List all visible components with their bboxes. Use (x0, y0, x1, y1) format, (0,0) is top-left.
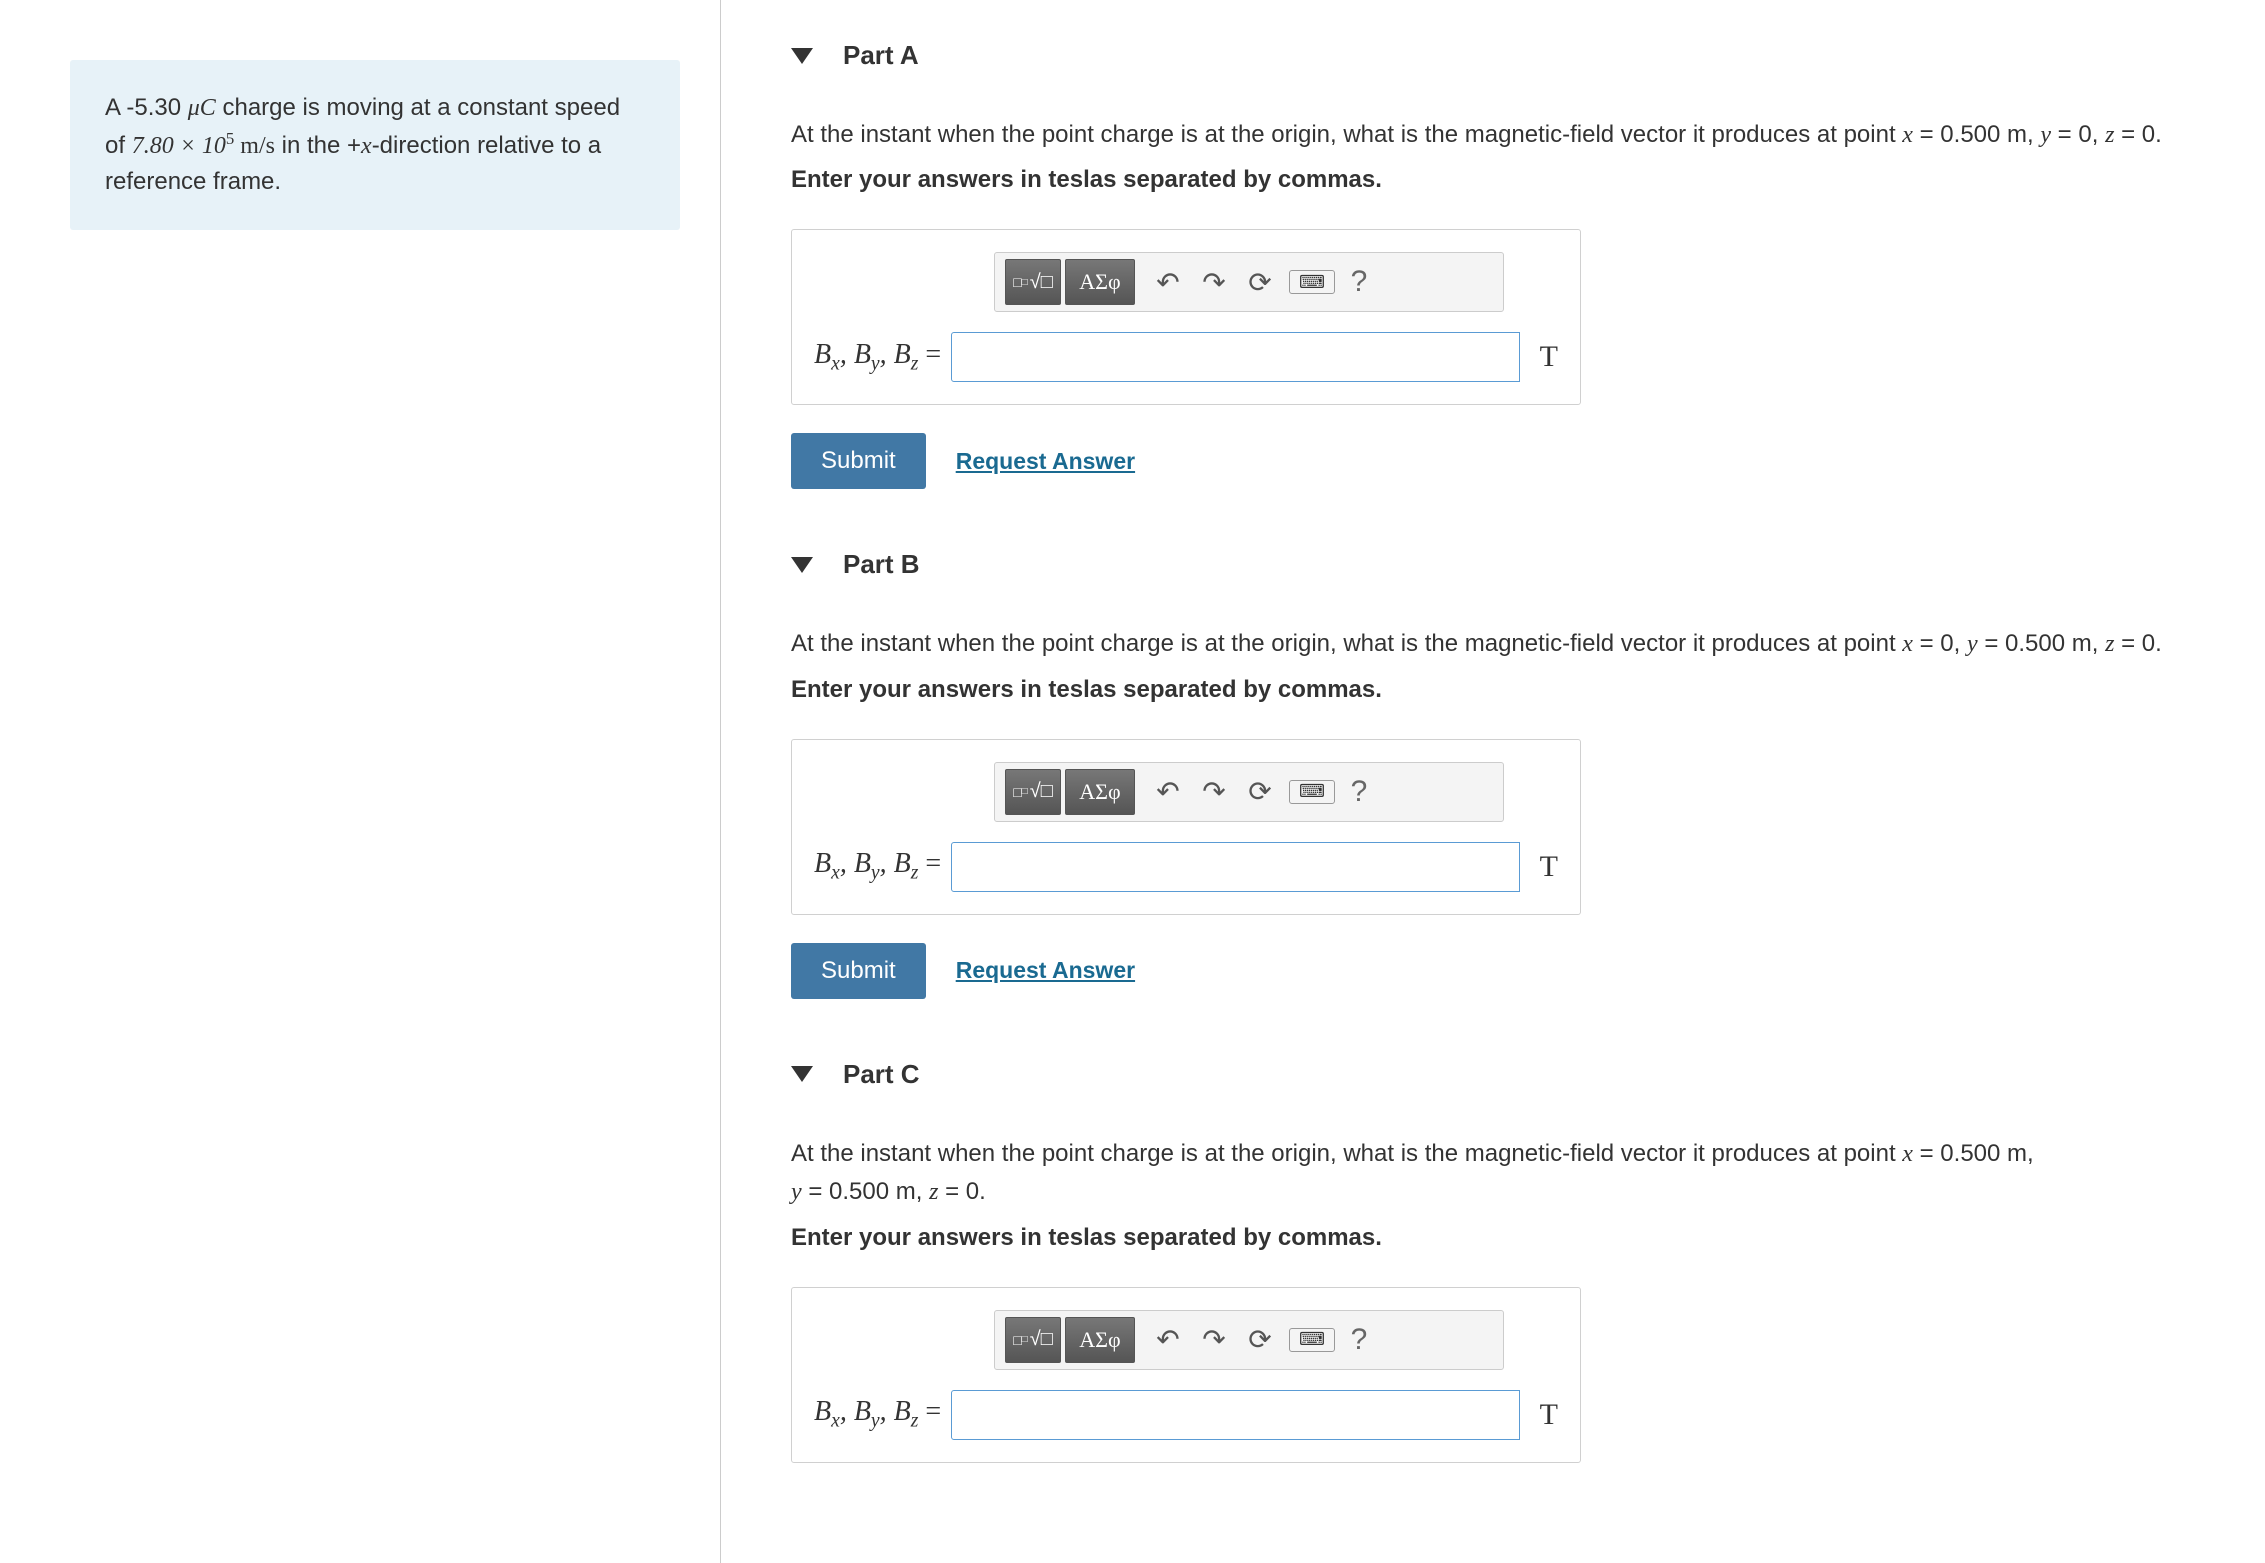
part-c-prompt: At the instant when the point charge is … (791, 1135, 2195, 1212)
help-icon[interactable]: ? (1341, 259, 1377, 305)
action-row: Submit Request Answer (791, 433, 2195, 489)
part-a-answer-area: □□√□ ΑΣφ ↶ ↷ ⟳ ? Bx, By, Bz = T (791, 229, 1581, 405)
part-a-title: Part A (843, 40, 919, 71)
part-a-answer-input[interactable] (951, 332, 1520, 382)
unit-label: T (1540, 340, 1558, 374)
caret-down-icon (791, 1066, 813, 1082)
problem-statement: A -5.30 μC charge is moving at a constan… (70, 60, 680, 230)
input-row: Bx, By, Bz = T (814, 332, 1558, 382)
part-c-answer-area: □□√□ ΑΣφ ↶ ↷ ⟳ ? Bx, By, Bz = T (791, 1287, 1581, 1463)
direction-var: x (361, 133, 372, 159)
submit-button[interactable]: Submit (791, 433, 926, 489)
help-icon[interactable]: ? (1341, 1317, 1377, 1363)
variable-label: Bx, By, Bz = (814, 848, 941, 885)
request-answer-link[interactable]: Request Answer (956, 957, 1135, 984)
part-b-prompt: At the instant when the point charge is … (791, 625, 2195, 663)
keyboard-icon[interactable] (1283, 259, 1341, 305)
part-b-title: Part B (843, 549, 920, 580)
variable-label: Bx, By, Bz = (814, 339, 941, 376)
submit-button[interactable]: Submit (791, 943, 926, 999)
part-a-header[interactable]: Part A (791, 40, 2195, 71)
redo-icon[interactable]: ↷ (1191, 1317, 1237, 1363)
help-icon[interactable]: ? (1341, 769, 1377, 815)
part-b-header[interactable]: Part B (791, 549, 2195, 580)
part-b-block: Part B At the instant when the point cha… (791, 549, 2195, 998)
reset-icon[interactable]: ⟳ (1237, 259, 1283, 305)
part-c-instruction: Enter your answers in teslas separated b… (791, 1224, 2195, 1252)
part-a-instruction: Enter your answers in teslas separated b… (791, 166, 2195, 194)
template-button[interactable]: □□√□ (1005, 769, 1061, 815)
action-row: Submit Request Answer (791, 943, 2195, 999)
speed-value: 7.80 × 105 m/s (132, 133, 275, 159)
undo-icon[interactable]: ↶ (1145, 1317, 1191, 1363)
redo-icon[interactable]: ↷ (1191, 259, 1237, 305)
greek-button[interactable]: ΑΣφ (1065, 259, 1135, 305)
part-c-answer-input[interactable] (951, 1390, 1520, 1440)
input-row: Bx, By, Bz = T (814, 842, 1558, 892)
part-b-answer-area: □□√□ ΑΣφ ↶ ↷ ⟳ ? Bx, By, Bz = T (791, 739, 1581, 915)
unit-label: T (1540, 850, 1558, 884)
reset-icon[interactable]: ⟳ (1237, 1317, 1283, 1363)
undo-icon[interactable]: ↶ (1145, 769, 1191, 815)
text: in the + (275, 132, 361, 159)
greek-button[interactable]: ΑΣφ (1065, 1317, 1135, 1363)
part-a-prompt: At the instant when the point charge is … (791, 116, 2195, 154)
problem-statement-panel: A -5.30 μC charge is moving at a constan… (0, 0, 720, 1563)
text: A -5.30 (105, 94, 188, 121)
template-button[interactable]: □□√□ (1005, 259, 1061, 305)
part-c-block: Part C At the instant when the point cha… (791, 1059, 2195, 1463)
equation-toolbar: □□√□ ΑΣφ ↶ ↷ ⟳ ? (994, 762, 1504, 822)
input-row: Bx, By, Bz = T (814, 1390, 1558, 1440)
caret-down-icon (791, 48, 813, 64)
charge-unit: μC (188, 95, 216, 121)
equation-toolbar: □□√□ ΑΣφ ↶ ↷ ⟳ ? (994, 252, 1504, 312)
template-button[interactable]: □□√□ (1005, 1317, 1061, 1363)
keyboard-icon[interactable] (1283, 769, 1341, 815)
redo-icon[interactable]: ↷ (1191, 769, 1237, 815)
problem-text: A -5.30 μC charge is moving at a constan… (105, 94, 620, 195)
keyboard-icon[interactable] (1283, 1317, 1341, 1363)
unit-label: T (1540, 1398, 1558, 1432)
request-answer-link[interactable]: Request Answer (956, 448, 1135, 475)
part-b-instruction: Enter your answers in teslas separated b… (791, 676, 2195, 704)
equation-toolbar: □□√□ ΑΣφ ↶ ↷ ⟳ ? (994, 1310, 1504, 1370)
caret-down-icon (791, 557, 813, 573)
reset-icon[interactable]: ⟳ (1237, 769, 1283, 815)
part-c-title: Part C (843, 1059, 920, 1090)
greek-button[interactable]: ΑΣφ (1065, 769, 1135, 815)
variable-label: Bx, By, Bz = (814, 1396, 941, 1433)
part-c-header[interactable]: Part C (791, 1059, 2195, 1090)
part-b-answer-input[interactable] (951, 842, 1520, 892)
undo-icon[interactable]: ↶ (1145, 259, 1191, 305)
parts-panel: Part A At the instant when the point cha… (720, 0, 2265, 1563)
part-a-block: Part A At the instant when the point cha… (791, 40, 2195, 489)
